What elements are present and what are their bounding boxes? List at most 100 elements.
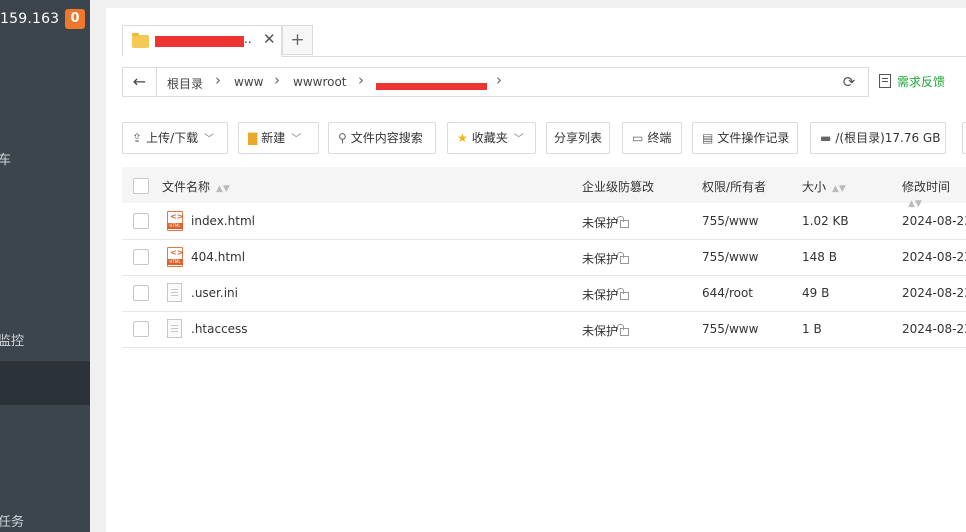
file-size: 148 B [802,250,837,264]
breadcrumb-www[interactable]: www [234,75,263,89]
close-icon[interactable]: ✕ [263,30,276,48]
chevron-down-icon: ﹀ [513,134,524,145]
unlock-icon [617,216,630,228]
new-folder-icon: ▇ [248,131,258,145]
toolbar-overflow[interactable] [962,122,966,154]
sidebar-item-monitor[interactable]: 监控 [0,330,24,349]
content-search-button[interactable]: ⚲ 文件内容搜索 [328,122,436,154]
file-manager-panel: .. ✕ + ← 根目录 › www › wwwroot › › ⟳ 需求反馈 … [106,8,966,532]
column-protect: 企业级防篡改 [582,180,655,194]
sidebar-item-tasks[interactable]: 任务 [0,511,24,530]
upload-icon: ⇪ [132,131,143,145]
favorites-button[interactable]: ★ 收藏夹 ﹀ [447,122,536,154]
disk-usage-button[interactable]: ▬/(根目录)17.76 GB [810,122,946,154]
file-size: 1.02 KB [802,214,849,228]
terminal-button[interactable]: ▭ 终端 [622,122,682,154]
unlock-icon [617,252,630,264]
sidebar-item-1[interactable]: 车 [0,149,11,168]
server-ip: 159.163 [0,11,60,27]
chevron-down-icon: ﹀ [291,134,302,145]
file-name[interactable]: .user.ini [191,286,238,300]
protect-status[interactable]: 未保护 [582,322,630,339]
modified-time: 2024-08-23 [902,214,966,228]
sort-icon: ▲▼ [832,184,846,194]
document-icon: ▤ [702,131,714,145]
redacted-folder-name [155,36,244,47]
table-row[interactable]: <> HTML 404.html 未保护 755/www 148 B 2024-0… [122,239,966,276]
table-row[interactable]: <> HTML index.html 未保护 755/www 1.02 KB 20… [122,203,966,240]
file-name[interactable]: index.html [191,214,255,228]
favorites-label: 收藏夹 [471,131,508,145]
row-checkbox[interactable] [133,213,149,229]
folder-icon [132,33,149,48]
modified-time: 2024-08-23 [902,250,966,264]
share-list-button[interactable]: 分享列表 [546,122,610,154]
permission[interactable]: 755/www [702,250,758,264]
file-size: 49 B [802,286,830,300]
tab-ellipsis: .. [244,32,252,46]
protect-status[interactable]: 未保护 [582,286,630,303]
feedback-label: 需求反馈 [897,75,946,89]
add-tab-button[interactable]: + [282,25,313,55]
unlock-icon [617,324,630,336]
html-file-icon: <> HTML [167,247,183,267]
row-checkbox[interactable] [133,321,149,337]
tab-bar: .. ✕ + [122,25,966,57]
modified-time: 2024-08-23 [902,286,966,300]
breadcrumb-wwwroot[interactable]: wwwroot [293,75,347,89]
upload-label: 上传/下载 [146,131,199,145]
column-permission: 权限/所有者 [702,180,767,194]
back-arrow-icon[interactable]: ← [123,68,157,96]
star-icon: ★ [457,131,468,145]
permission[interactable]: 644/root [702,286,753,300]
feedback-link[interactable]: 需求反馈 [879,73,945,90]
file-name[interactable]: 404.html [191,250,245,264]
unlock-icon [617,288,630,300]
table-row[interactable]: .htaccess 未保护 755/www 1 B 2024-08-23 [122,311,966,348]
row-checkbox[interactable] [133,285,149,301]
protect-status[interactable]: 未保护 [582,214,630,231]
operation-log-button[interactable]: ▤ 文件操作记录 [692,122,798,154]
text-file-icon [167,283,182,302]
table-header: 文件名称 ▲▼ 企业级防篡改 权限/所有者 大小 ▲▼ 修改时间▲▼ [122,167,966,209]
permission[interactable]: 755/www [702,322,758,336]
notification-badge[interactable]: 0 [65,9,85,29]
row-checkbox[interactable] [133,249,149,265]
table-row[interactable]: .user.ini 未保护 644/root 49 B 2024-08-23 [122,275,966,312]
new-button[interactable]: ▇ 新建 ﹀ [238,122,319,154]
permission[interactable]: 755/www [702,214,758,228]
text-file-icon [167,319,182,338]
column-name[interactable]: 文件名称 ▲▼ [162,178,230,195]
sidebar: 159.163 0 车 监控 任务 [0,0,90,532]
refresh-icon[interactable]: ⟳ [830,67,869,97]
path-bar[interactable]: ← 根目录 › www › wwwroot › › [122,67,832,97]
search-icon: ⚲ [338,131,347,145]
upload-download-button[interactable]: ⇪ 上传/下载 ﹀ [122,122,228,154]
edit-icon [879,74,891,88]
tab-current-folder[interactable]: .. ✕ [122,25,282,57]
chevron-down-icon: ﹀ [204,134,215,145]
chevron-right-icon: › [215,71,221,89]
share-label: 分享列表 [553,131,602,145]
oplog-label: 文件操作记录 [717,131,790,145]
disk-icon: ▬ [820,131,832,145]
column-size[interactable]: 大小 ▲▼ [802,178,846,195]
new-label: 新建 [261,131,286,145]
terminal-icon: ▭ [632,131,644,145]
chevron-right-icon: › [274,71,280,89]
html-file-icon: <> HTML [167,211,183,231]
file-name[interactable]: .htaccess [191,322,248,336]
file-size: 1 B [802,322,822,336]
chevron-right-icon: › [496,71,502,89]
terminal-label: 终端 [647,131,672,145]
redacted-breadcrumb[interactable] [376,83,487,90]
breadcrumb-root[interactable]: 根目录 [167,75,203,92]
search-label: 文件内容搜索 [350,131,423,145]
disk-label: /(根目录)17.76 GB [835,131,941,145]
select-all-checkbox[interactable] [133,178,149,194]
sort-icon: ▲▼ [216,184,230,194]
sidebar-item-files-active[interactable] [0,361,90,405]
protect-status[interactable]: 未保护 [582,250,630,267]
chevron-right-icon: › [358,71,364,89]
modified-time: 2024-08-23 [902,322,966,336]
